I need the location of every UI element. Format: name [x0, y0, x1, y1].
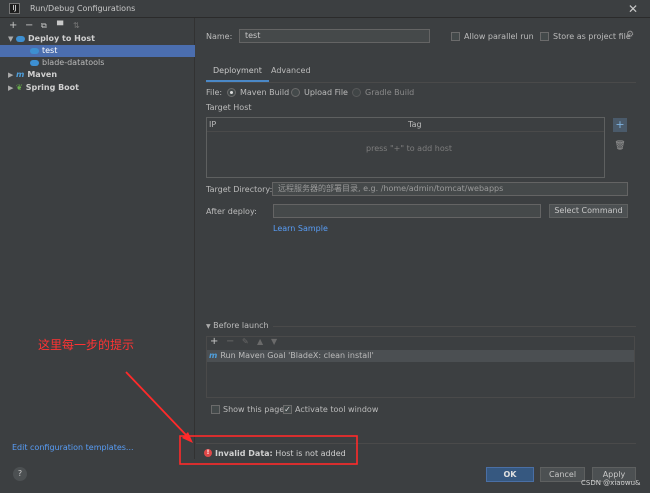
- annotation-arrow-line: [125, 371, 188, 437]
- annotation-box: [179, 435, 358, 465]
- watermark: CSDN @xiaowu&: [581, 479, 641, 487]
- annotation-overlay: [125, 371, 358, 465]
